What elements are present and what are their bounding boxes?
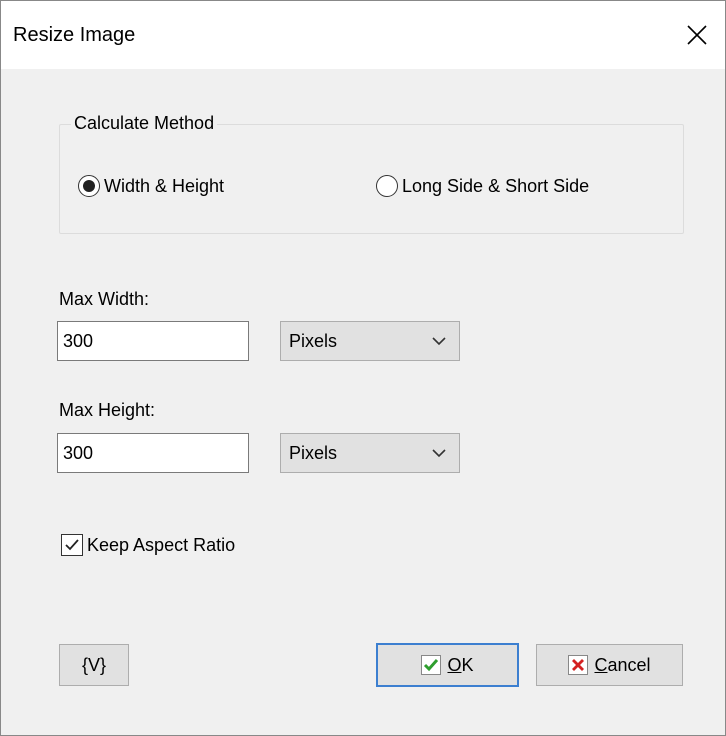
- max-width-unit-select[interactable]: Pixels: [280, 321, 460, 361]
- title-bar: Resize Image: [1, 1, 725, 69]
- resize-image-dialog: Resize Image Calculate Method Width & He…: [0, 0, 726, 736]
- radio-long-short-side[interactable]: Long Side & Short Side: [376, 174, 589, 198]
- radio-unselected-icon: [376, 175, 398, 197]
- cancel-button-label: Cancel: [594, 654, 651, 675]
- cancel-x-icon: [568, 655, 589, 675]
- calculate-method-legend: Calculate Method: [71, 111, 218, 135]
- keep-aspect-ratio-checkbox[interactable]: Keep Aspect Ratio: [61, 533, 235, 557]
- max-height-input[interactable]: 300: [57, 433, 249, 473]
- keep-aspect-ratio-label: Keep Aspect Ratio: [87, 535, 236, 555]
- checkmark-icon: [61, 534, 83, 556]
- close-icon: [687, 25, 707, 45]
- radio-long-short-side-label: Long Side & Short Side: [402, 176, 590, 196]
- radio-width-height[interactable]: Width & Height: [78, 174, 224, 198]
- radio-selected-icon: [78, 175, 100, 197]
- max-height-unit-select[interactable]: Pixels: [280, 433, 460, 473]
- max-width-label: Max Width:: [59, 289, 150, 309]
- max-width-input[interactable]: 300: [57, 321, 249, 361]
- chevron-down-icon: [432, 337, 446, 346]
- max-width-unit-value: Pixels: [289, 330, 338, 351]
- close-button[interactable]: [675, 13, 719, 57]
- ok-button[interactable]: OK: [376, 643, 519, 687]
- cancel-button[interactable]: Cancel: [536, 644, 683, 686]
- dialog-title: Resize Image: [13, 24, 136, 46]
- radio-width-height-label: Width & Height: [104, 176, 225, 196]
- max-height-unit-value: Pixels: [289, 442, 338, 463]
- max-height-label: Max Height:: [59, 400, 156, 420]
- variables-button-label: {V}: [81, 654, 107, 675]
- variables-button[interactable]: {V}: [59, 644, 129, 686]
- ok-button-label: OK: [447, 654, 474, 675]
- chevron-down-icon: [432, 449, 446, 458]
- check-icon: [421, 655, 442, 675]
